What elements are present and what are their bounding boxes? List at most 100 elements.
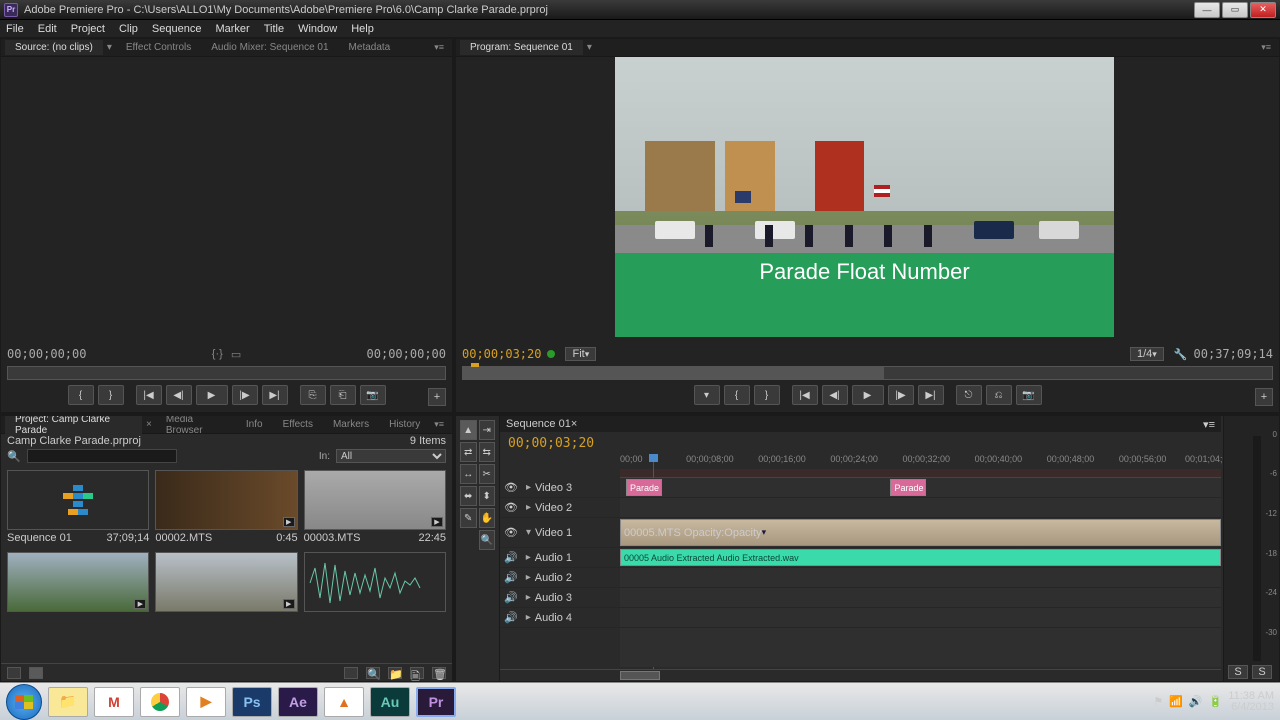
tab-effect-controls[interactable]: Effect Controls	[116, 40, 201, 55]
timeline-tracks[interactable]: Parade L Parade L 00005.MTS Opacity:Opac…	[620, 478, 1221, 667]
speaker-icon[interactable]: 🔊	[504, 551, 518, 564]
project-search-input[interactable]	[27, 449, 177, 463]
ripple-tool[interactable]: ⇄	[460, 442, 477, 462]
list-view-button[interactable]	[7, 667, 21, 679]
tab-audio-mixer[interactable]: Audio Mixer: Sequence 01	[201, 40, 338, 55]
prog-out-button[interactable]: }	[754, 385, 780, 405]
src-mark-in-button[interactable]: {	[68, 385, 94, 405]
slip-tool[interactable]: ⬌	[460, 486, 477, 506]
tab-metadata[interactable]: Metadata	[339, 40, 401, 55]
timeline-zoom-scrollbar[interactable]	[500, 669, 1221, 681]
src-go-in-button[interactable]: |◀	[136, 385, 162, 405]
prog-extract-button[interactable]: ⎌	[986, 385, 1012, 405]
bin-item[interactable]: Sequence 0137;09;14	[7, 470, 149, 546]
speaker-icon[interactable]: 🔊	[504, 571, 518, 584]
project-panel-menu[interactable]: ▾≡	[430, 419, 448, 430]
project-filter-dropdown[interactable]: All	[336, 449, 446, 463]
rate-stretch-tool[interactable]: ↔	[460, 464, 477, 484]
menu-edit[interactable]: Edit	[38, 23, 57, 35]
tray-volume-icon[interactable]: 🔊	[1189, 695, 1203, 708]
menu-clip[interactable]: Clip	[119, 23, 138, 35]
taskbar-chrome-icon[interactable]	[140, 687, 180, 717]
src-insert-button[interactable]: ⎘	[300, 385, 326, 405]
menu-help[interactable]: Help	[351, 23, 374, 35]
taskbar-audition-icon[interactable]: Au	[370, 687, 410, 717]
tab-markers[interactable]: Markers	[323, 417, 379, 432]
program-resolution-dropdown[interactable]: 1/4 ▾	[1130, 347, 1164, 361]
clip-title[interactable]: Parade L	[626, 479, 662, 496]
hand-tool[interactable]: ✋	[479, 508, 496, 528]
timeline-panel-menu[interactable]: ▾≡	[1203, 418, 1215, 431]
zoom-tool[interactable]: 🔍	[479, 530, 496, 550]
src-overwrite-button[interactable]: ⎗	[330, 385, 356, 405]
solo-button[interactable]: S	[1252, 665, 1272, 679]
prog-export-frame-button[interactable]: 📷	[1016, 385, 1042, 405]
minimize-button[interactable]: —	[1194, 2, 1220, 18]
new-item-button[interactable]: 🗎	[410, 667, 424, 679]
speaker-icon[interactable]: 🔊	[504, 611, 518, 624]
menu-file[interactable]: File	[6, 23, 24, 35]
tab-project-close[interactable]: ×	[142, 419, 156, 430]
taskbar-premiere-icon[interactable]: Pr	[416, 687, 456, 717]
src-export-frame-button[interactable]: 📷	[360, 385, 386, 405]
prog-add-button[interactable]: +	[1255, 388, 1273, 406]
taskbar-photoshop-icon[interactable]: Ps	[232, 687, 272, 717]
tab-source-dropdown[interactable]: ▾	[103, 42, 116, 53]
program-panel-menu[interactable]: ▾≡	[1257, 42, 1275, 53]
tab-timeline-close[interactable]: ×	[571, 418, 577, 430]
src-step-fwd-button[interactable]: |▶	[232, 385, 258, 405]
solo-button[interactable]: S	[1228, 665, 1248, 679]
timeline-ruler[interactable]: 00;00 00;00;08;00 00;00;16;00 00;00;24;0…	[620, 454, 1221, 478]
selection-tool[interactable]: ▲	[460, 420, 477, 440]
menu-project[interactable]: Project	[71, 23, 105, 35]
prog-mark-in-button[interactable]: ▾	[694, 385, 720, 405]
razor-tool[interactable]: ✂	[479, 464, 496, 484]
prog-go-in-button[interactable]: |◀	[792, 385, 818, 405]
source-step-fwd-icon[interactable]: ▭	[231, 348, 241, 361]
bin-item[interactable]: ▶	[7, 552, 149, 616]
src-step-back-button[interactable]: ◀|	[166, 385, 192, 405]
taskbar-vlc-icon[interactable]: ▲	[324, 687, 364, 717]
menu-window[interactable]: Window	[298, 23, 337, 35]
program-viewer[interactable]: Parade Float Number	[615, 57, 1114, 337]
tray-flag-icon[interactable]: ⚑	[1153, 695, 1163, 708]
tab-program-dropdown[interactable]: ▾	[583, 42, 596, 53]
speaker-icon[interactable]: 🔊	[504, 591, 518, 604]
src-mark-out-button[interactable]: }	[98, 385, 124, 405]
taskbar-wmp-icon[interactable]: ▶	[186, 687, 226, 717]
prog-lift-button[interactable]: ⎋	[956, 385, 982, 405]
clip-title[interactable]: Parade L	[890, 479, 926, 496]
src-play-button[interactable]: ▶	[196, 385, 228, 405]
tray-clock[interactable]: 11:38 AM6/4/2013	[1228, 691, 1274, 713]
delete-button[interactable]: 🗑	[432, 667, 446, 679]
program-scrub-bar[interactable]	[462, 366, 1273, 380]
tray-battery-icon[interactable]: 🔋	[1209, 695, 1223, 708]
bin-item[interactable]: ▶ 00003.MTS22:45	[304, 470, 446, 546]
menu-marker[interactable]: Marker	[215, 23, 249, 35]
prog-go-out-button[interactable]: ▶|	[918, 385, 944, 405]
source-scrub-bar[interactable]	[7, 366, 446, 380]
eye-icon[interactable]: 👁	[504, 501, 518, 514]
src-go-out-button[interactable]: ▶|	[262, 385, 288, 405]
menu-title[interactable]: Title	[264, 23, 284, 35]
prog-step-back-button[interactable]: ◀|	[822, 385, 848, 405]
tab-info[interactable]: Info	[236, 417, 273, 432]
icon-view-button[interactable]	[29, 667, 43, 679]
bin-item[interactable]: ▶	[155, 552, 297, 616]
tray-network-icon[interactable]: 📶	[1169, 695, 1183, 708]
tab-program[interactable]: Program: Sequence 01	[460, 40, 583, 55]
src-add-button[interactable]: +	[428, 388, 446, 406]
tab-effects[interactable]: Effects	[273, 417, 323, 432]
source-viewer[interactable]	[1, 57, 452, 329]
tab-history[interactable]: History	[379, 417, 430, 432]
clip-video[interactable]: 00005.MTS Opacity:Opacity ▾	[620, 519, 1221, 546]
source-panel-menu[interactable]: ▾≡	[430, 42, 448, 53]
automate-button[interactable]	[344, 667, 358, 679]
prog-step-fwd-button[interactable]: |▶	[888, 385, 914, 405]
clip-audio[interactable]: 00005 Audio Extracted Audio Extracted.wa…	[620, 549, 1221, 566]
bin-item[interactable]: ▶ 00002.MTS0:45	[155, 470, 297, 546]
menu-sequence[interactable]: Sequence	[152, 23, 202, 35]
new-bin-button[interactable]: 📁	[388, 667, 402, 679]
slide-tool[interactable]: ⬍	[479, 486, 496, 506]
rolling-tool[interactable]: ⇆	[479, 442, 496, 462]
